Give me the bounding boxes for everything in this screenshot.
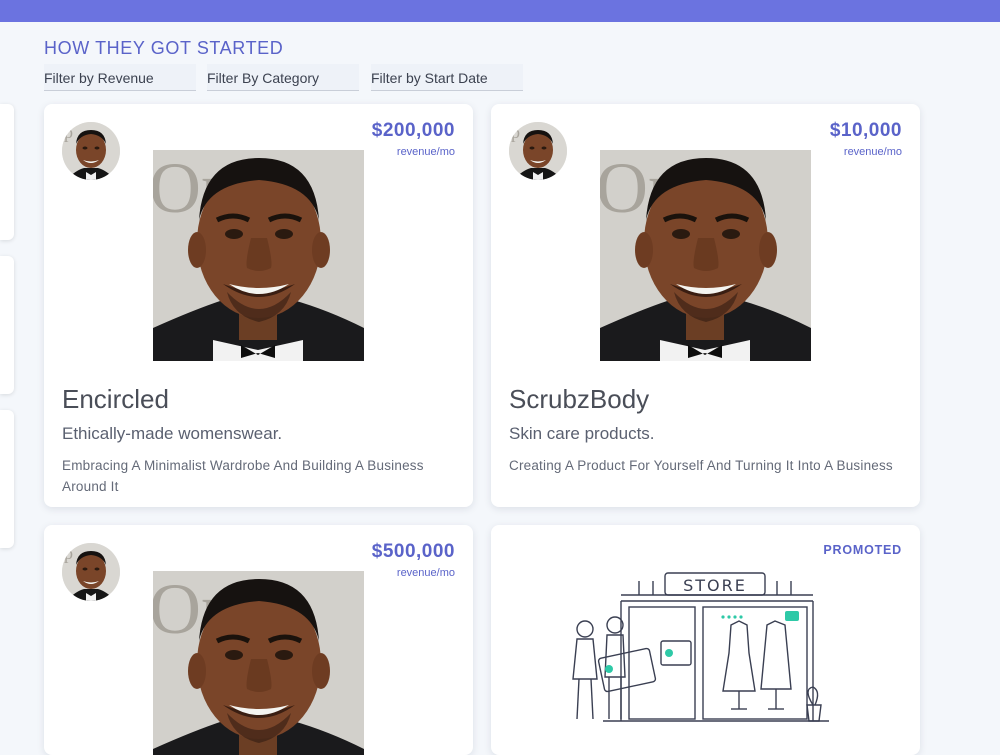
store-illustration: STORE [572, 572, 829, 722]
filter-category[interactable]: Filter By Category [207, 64, 359, 91]
card-description: Embracing A Minimalist Wardrobe And Buil… [62, 458, 424, 494]
revenue-amount: $200,000 [371, 120, 455, 141]
revenue-block: $10,000 revenue/mo [830, 120, 902, 158]
revenue-unit: revenue/mo [396, 146, 455, 158]
avatar [509, 122, 567, 180]
story-card[interactable]: $10,000 revenue/mo ScrubzBody Skin care … [491, 104, 920, 507]
filter-start-date[interactable]: Filter by Start Date [371, 64, 523, 91]
left-card-edge[interactable] [0, 256, 14, 394]
revenue-block: $500,000 revenue/mo [372, 541, 455, 579]
story-card[interactable]: $200,000 revenue/mo Encircled Ethically-… [44, 104, 473, 507]
founder-photo [153, 571, 364, 755]
top-bar [0, 0, 1000, 22]
left-card-edge[interactable] [0, 410, 14, 548]
revenue-amount: $10,000 [829, 120, 902, 141]
filter-revenue[interactable]: Filter by Revenue [44, 64, 196, 91]
founder-photo [600, 150, 811, 361]
revenue-unit: revenue/mo [843, 146, 902, 158]
avatar [62, 543, 120, 601]
revenue-block: $200,000 revenue/mo [372, 120, 455, 158]
card-title[interactable]: ScrubzBody [509, 384, 649, 415]
card-subtitle: Ethically-made womenswear. [62, 424, 283, 443]
avatar [62, 122, 120, 180]
card-subtitle: Skin care products. [509, 424, 655, 443]
store-sign: STORE [683, 576, 747, 595]
story-card[interactable]: $500,000 revenue/mo [44, 525, 473, 755]
page-title: HOW THEY GOT STARTED [44, 38, 284, 58]
left-card-edge[interactable] [0, 104, 14, 240]
promoted-card[interactable]: PROMOTED STORE [491, 525, 920, 755]
revenue-amount: $500,000 [371, 541, 455, 562]
card-title[interactable]: Encircled [62, 384, 169, 415]
card-description: Creating A Product For Yourself And Turn… [509, 458, 893, 473]
founder-photo [153, 150, 364, 361]
promoted-badge: PROMOTED [823, 543, 902, 557]
revenue-unit: revenue/mo [396, 567, 455, 579]
